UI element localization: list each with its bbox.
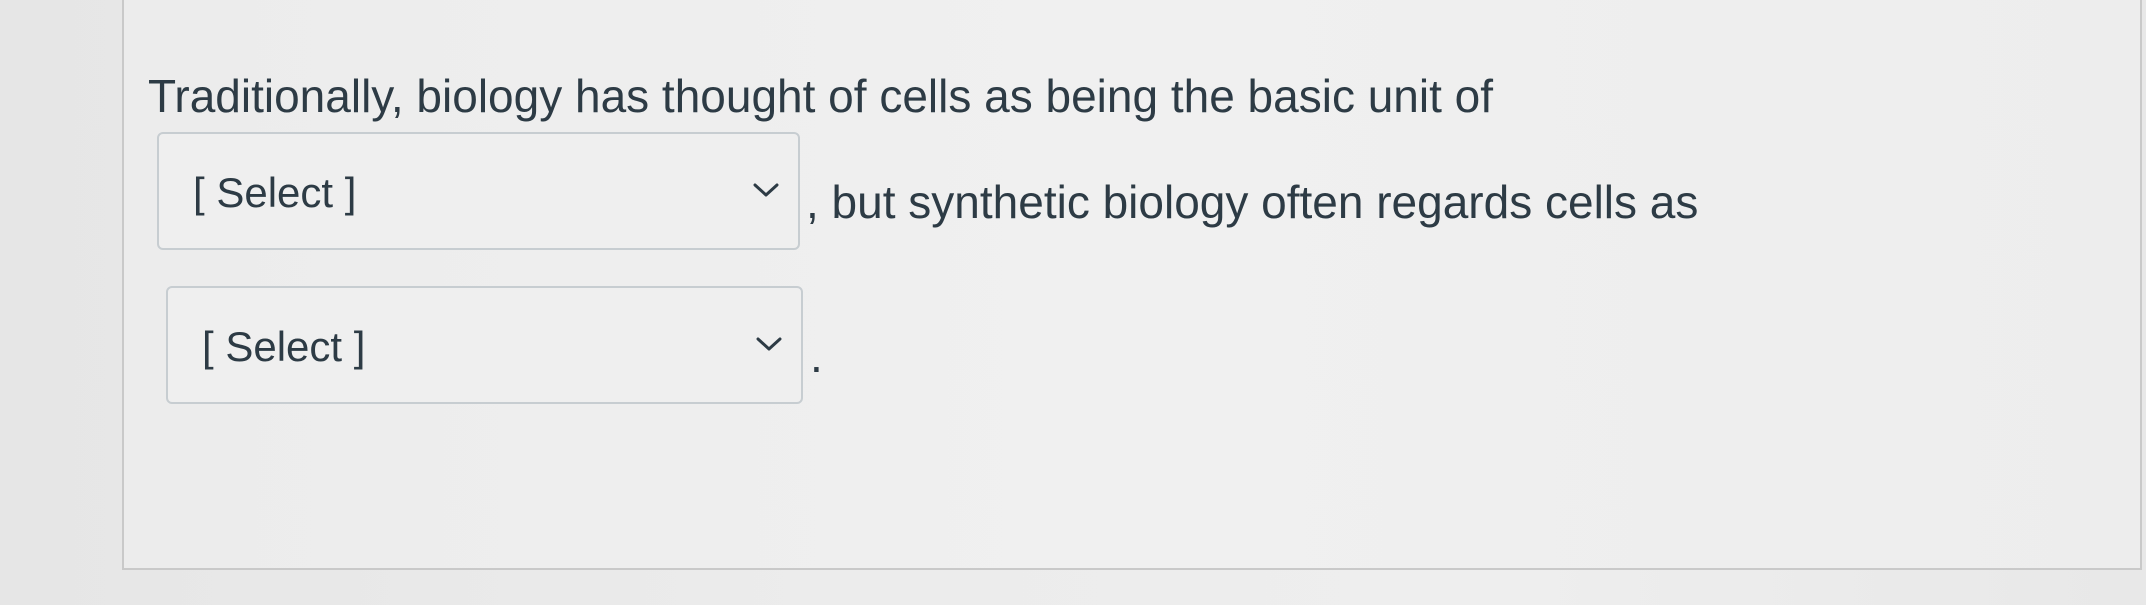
- page-background: Traditionally, biology has thought of ce…: [0, 0, 2146, 605]
- question-text-start: Traditionally, biology has thought of ce…: [148, 70, 1494, 122]
- dropdown-blank-2[interactable]: [ Select ]: [166, 286, 803, 404]
- dropdown-1-selected-value: [ Select ]: [193, 169, 357, 216]
- dropdown-blank-1[interactable]: [ Select ]: [157, 132, 800, 250]
- question-text-end: .: [810, 330, 823, 382]
- question-text-middle: , but synthetic biology often regards ce…: [806, 176, 1699, 228]
- dropdown-2-selected-value: [ Select ]: [202, 323, 366, 370]
- chevron-down-icon: [753, 183, 779, 197]
- chevron-down-icon: [756, 337, 782, 351]
